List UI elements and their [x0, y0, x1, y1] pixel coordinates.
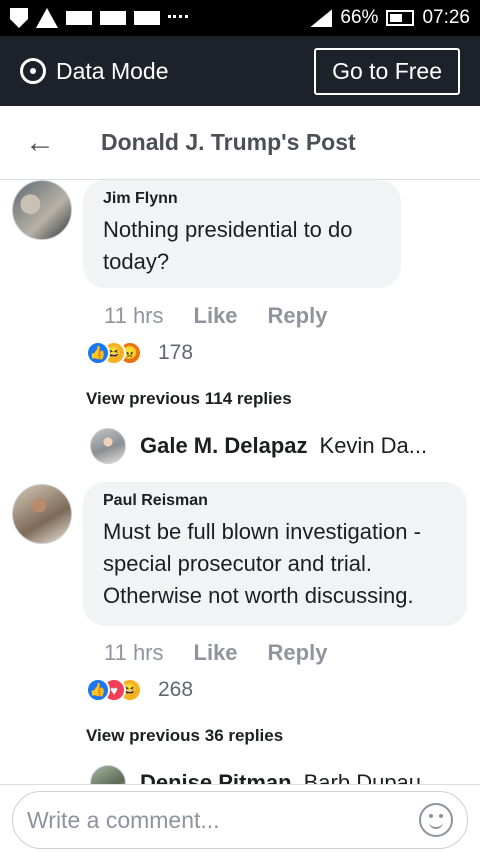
- view-previous-replies[interactable]: View previous 114 replies: [86, 389, 292, 409]
- comment-bubble[interactable]: Jim Flynn Nothing presidential to do tod…: [83, 180, 401, 288]
- notification-icon: [100, 11, 126, 25]
- data-mode-label: Data Mode: [56, 57, 169, 84]
- like-button[interactable]: Like: [194, 640, 238, 666]
- comment-bubble[interactable]: Paul Reisman Must be full blown investig…: [83, 482, 467, 626]
- broadcast-icon: [20, 58, 46, 84]
- reply-text: Barb Dupau: [303, 770, 422, 784]
- reply-author: Denise Pitman: [140, 770, 292, 784]
- notification-icon-2: [134, 11, 160, 25]
- go-to-free-button[interactable]: Go to Free: [314, 47, 460, 95]
- signal-icon: [310, 9, 333, 27]
- like-button[interactable]: Like: [194, 303, 238, 329]
- comment-composer: [0, 784, 480, 854]
- comment-time[interactable]: 11 hrs: [104, 640, 164, 666]
- reply-avatar: [90, 428, 126, 464]
- reply-avatar: [90, 765, 126, 784]
- status-left-icons: [10, 8, 188, 28]
- reaction-count: 178: [158, 341, 194, 364]
- avatar[interactable]: [12, 180, 72, 240]
- reaction-summary[interactable]: 👍 😆 😠 178: [86, 341, 193, 365]
- view-previous-replies[interactable]: View previous 36 replies: [86, 726, 283, 746]
- like-reaction-icon: 👍: [86, 678, 110, 702]
- reply-button[interactable]: Reply: [268, 640, 328, 666]
- comment-author[interactable]: Paul Reisman: [103, 492, 447, 510]
- reply-preview[interactable]: Denise Pitman Barb Dupau: [90, 765, 421, 784]
- comment-text: Nothing presidential to do today?: [103, 217, 353, 274]
- more-dots-icon: [168, 15, 188, 21]
- reply-text: Kevin Da...: [319, 433, 428, 458]
- page-title: Donald J. Trump's Post: [101, 129, 356, 155]
- back-arrow-icon[interactable]: ←: [0, 106, 80, 180]
- comment-actions: 11 hrs Like Reply: [104, 303, 327, 329]
- clock: 07:26: [422, 7, 470, 28]
- comment-input[interactable]: [27, 806, 419, 834]
- emoji-icon[interactable]: [419, 803, 453, 837]
- shield-icon: [10, 8, 28, 28]
- reply-author: Gale M. Delapaz: [140, 433, 308, 458]
- reaction-count: 268: [158, 678, 194, 701]
- avatar[interactable]: [12, 484, 72, 544]
- comment-feed[interactable]: Jim Flynn Nothing presidential to do tod…: [0, 180, 480, 784]
- comment-author[interactable]: Jim Flynn: [103, 190, 381, 208]
- battery-percent: 66%: [340, 7, 379, 28]
- comment-text: Must be full blown investigation - speci…: [103, 519, 421, 608]
- warning-icon: [36, 8, 58, 28]
- post-header: ← Donald J. Trump's Post: [0, 106, 480, 180]
- battery-icon: [386, 10, 415, 26]
- reply-preview[interactable]: Gale M. Delapaz Kevin Da...: [90, 428, 427, 464]
- reply-button[interactable]: Reply: [268, 303, 328, 329]
- like-reaction-icon: 👍: [86, 341, 110, 365]
- comment-time[interactable]: 11 hrs: [104, 303, 164, 329]
- comment-actions: 11 hrs Like Reply: [104, 640, 327, 666]
- gmail-icon: [66, 11, 92, 25]
- reaction-summary[interactable]: 👍 ♥ 😆 268: [86, 678, 193, 702]
- status-right: 66% 07:26: [310, 7, 470, 29]
- comment-input-box[interactable]: [12, 791, 468, 849]
- status-bar: 66% 07:26: [0, 0, 480, 36]
- data-mode-bar: Data Mode Go to Free: [0, 36, 480, 106]
